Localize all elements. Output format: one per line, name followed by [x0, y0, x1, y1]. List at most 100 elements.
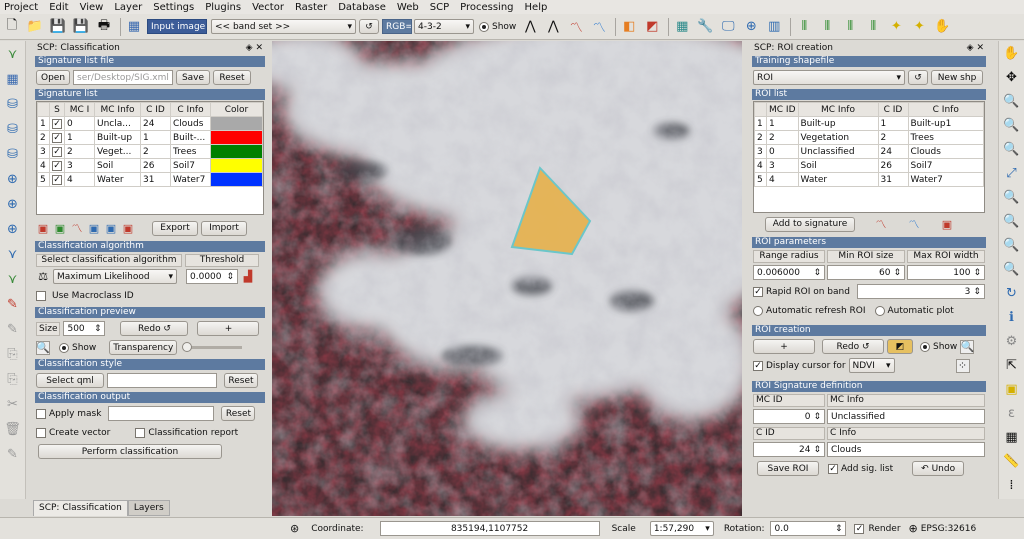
c-id-cell[interactable]: 1: [877, 116, 909, 131]
print-composer-icon[interactable]: 🖶: [94, 17, 114, 37]
overview-icon[interactable]: 🖵: [718, 17, 738, 37]
color-swatch[interactable]: [210, 130, 263, 145]
zoom-native-icon[interactable]: 🔍: [1002, 140, 1022, 159]
coordinate-capture-icon[interactable]: ⊛: [290, 522, 299, 535]
input-image-field[interactable]: Input image: [147, 19, 207, 34]
roi-polygon-icon[interactable]: ◩: [642, 17, 662, 37]
color-swatch[interactable]: [210, 144, 263, 159]
crs-label[interactable]: EPSG:32616: [921, 524, 976, 534]
import-signature-button[interactable]: Import: [201, 220, 247, 236]
save-as-icon[interactable]: 💾: [71, 17, 91, 37]
c-info-cell[interactable]: Clouds: [907, 144, 984, 159]
c-info-cell[interactable]: Trees: [170, 144, 211, 159]
col-c-info[interactable]: C Info: [170, 102, 211, 117]
add-raster-icon[interactable]: ⫴: [794, 17, 814, 37]
signature-file-path[interactable]: ser/Desktop/SIG.xml: [73, 70, 173, 85]
range-radius-spinbox[interactable]: 0.006000 ⇕: [753, 265, 825, 280]
refresh-icon[interactable]: ↻: [1002, 284, 1022, 303]
menu-settings[interactable]: Settings: [153, 2, 194, 13]
mask-reset-button[interactable]: Reset: [221, 406, 256, 421]
mask-path-field[interactable]: [108, 406, 215, 421]
row-checkbox[interactable]: ✓: [49, 158, 65, 173]
settings-tool-icon[interactable]: 🔧: [695, 17, 715, 37]
field-calculator-icon[interactable]: ▦: [1002, 428, 1022, 447]
threshold-spinbox[interactable]: 0.0000 ⇕: [186, 269, 238, 284]
open-project-icon[interactable]: 📁: [25, 17, 45, 37]
row-checkbox[interactable]: ✓: [49, 172, 65, 187]
table-row[interactable]: 1 1 Built-up 1 Built-up1: [754, 116, 984, 131]
add-point-icon[interactable]: ✦: [909, 17, 929, 37]
mc-info-cell[interactable]: Veget...: [94, 144, 141, 159]
roi-plus-button[interactable]: +: [753, 339, 815, 354]
tab-layers[interactable]: Layers: [127, 500, 170, 516]
menu-scp[interactable]: SCP: [430, 2, 449, 13]
row-checkbox[interactable]: ✓: [49, 116, 65, 131]
add-to-signature-button[interactable]: Add to signature: [765, 216, 855, 232]
dock-float-close-icons[interactable]: ◈ ✕: [967, 43, 984, 53]
c-id-cell[interactable]: 26: [877, 158, 909, 173]
add-vector-icon[interactable]: ⋎: [3, 44, 23, 64]
zoom-selection-icon[interactable]: 🔍: [1002, 212, 1022, 231]
delete-roi-icon[interactable]: ▣: [940, 217, 954, 231]
annotation-icon[interactable]: ⁞: [1002, 476, 1022, 495]
band-set-select[interactable]: << band set >> ▾: [211, 19, 356, 34]
menu-raster[interactable]: Raster: [295, 2, 327, 13]
std-stretch-icon[interactable]: ⋀: [543, 17, 563, 37]
transparency-slider[interactable]: [182, 342, 243, 352]
max-roi-width-spinbox[interactable]: 100 ⇕: [907, 265, 985, 280]
spin-arrows-icon[interactable]: ⇕: [813, 268, 821, 278]
zoom-layer-icon[interactable]: 🔍: [1002, 188, 1022, 207]
c-id-cell[interactable]: 1: [140, 130, 171, 145]
slider-handle[interactable]: [182, 342, 193, 352]
add-spatialite-icon[interactable]: ⛁: [3, 119, 23, 139]
new-project-icon[interactable]: 🗋: [2, 17, 22, 37]
add-wfs-icon[interactable]: ⊕: [3, 219, 23, 239]
export-signature-button[interactable]: Export: [152, 220, 198, 236]
mc-info-cell[interactable]: Water: [94, 172, 141, 187]
menu-processing[interactable]: Processing: [460, 2, 513, 13]
cumulative-stretch-icon[interactable]: ⋀: [520, 17, 540, 37]
auto-refresh-radio[interactable]: [753, 305, 763, 316]
algorithm-select[interactable]: Maximum Likelihood ▾: [53, 269, 177, 284]
add-postgis-icon[interactable]: ⛁: [3, 94, 23, 114]
mc-id-cell[interactable]: 3: [766, 158, 799, 173]
render-checkbox[interactable]: ✓: [854, 523, 865, 534]
histogram-icon[interactable]: ⫴: [817, 17, 837, 37]
c-info-cell[interactable]: Trees: [907, 130, 984, 145]
col-c-id[interactable]: C ID: [140, 102, 171, 117]
usgs-library-icon[interactable]: ▣: [104, 221, 118, 235]
display-cursor-checkbox[interactable]: ✓: [753, 360, 763, 371]
import-library-icon[interactable]: ▣: [87, 221, 101, 235]
mc-id-cell[interactable]: 2: [64, 144, 95, 159]
reset-signature-button[interactable]: Reset: [213, 70, 251, 85]
mc-info-cell[interactable]: Water: [797, 172, 879, 187]
spin-arrows-icon[interactable]: ⇕: [973, 287, 981, 297]
table-row[interactable]: 5 4 Water 31 Water7: [754, 172, 984, 187]
c-info-cell[interactable]: Built-up1: [907, 116, 984, 131]
zoom-full-icon[interactable]: ⤢: [1002, 164, 1022, 183]
roi-show-radio[interactable]: [920, 341, 930, 352]
c-id-cell[interactable]: 31: [140, 172, 171, 187]
row-checkbox[interactable]: ✓: [49, 130, 65, 145]
table-row[interactable]: 4 ✓ 3 Soil 26 Soil7: [37, 158, 263, 173]
preview-redo-button[interactable]: Redo ↺: [120, 321, 189, 336]
cursor-settings-icon[interactable]: ⁘: [955, 358, 970, 373]
save-project-icon[interactable]: 💾: [48, 17, 68, 37]
zoom-roi-icon[interactable]: ◧: [619, 17, 639, 37]
undo-button[interactable]: ↶ Undo: [912, 461, 965, 476]
open-signature-button[interactable]: Open: [36, 70, 70, 85]
menu-database[interactable]: Database: [338, 2, 386, 13]
classification-report-checkbox[interactable]: [135, 427, 146, 438]
roi-zoom-icon[interactable]: 🔍: [960, 339, 975, 354]
network-icon[interactable]: ⊕: [741, 17, 761, 37]
table-row[interactable]: 3 ✓ 2 Veget... 2 Trees: [37, 144, 263, 159]
spin-arrows-icon[interactable]: ⇕: [893, 268, 901, 278]
c-id-cell[interactable]: 24: [140, 116, 171, 131]
pencil-edit-icon[interactable]: ✎: [3, 444, 23, 464]
c-id-cell[interactable]: 2: [877, 130, 909, 145]
scatter-plot-icon[interactable]: 〽: [589, 17, 609, 37]
c-id-cell[interactable]: 2: [140, 144, 171, 159]
menu-layer[interactable]: Layer: [114, 2, 142, 13]
spin-arrows-icon[interactable]: ⇕: [973, 268, 981, 278]
mc-id-cell[interactable]: 4: [766, 172, 799, 187]
